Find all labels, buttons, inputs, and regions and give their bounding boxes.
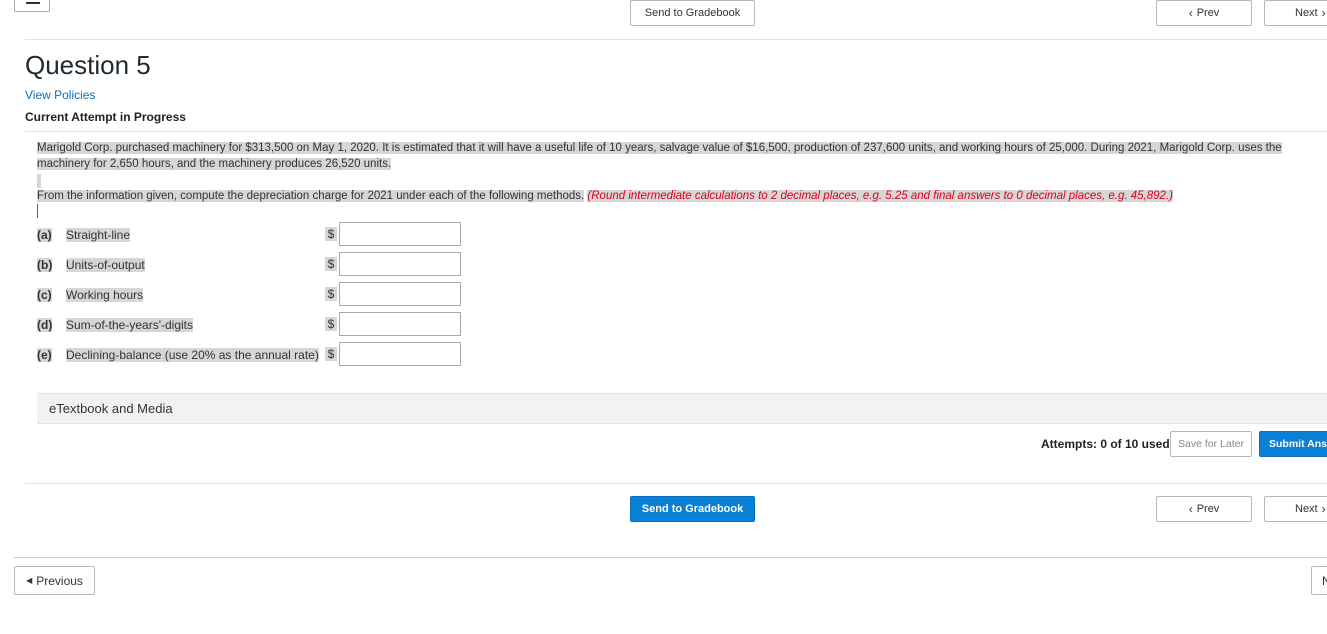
- question-divider: [25, 131, 1327, 132]
- row-label-straight-line: Straight-line: [66, 228, 131, 242]
- text-cursor: [37, 204, 38, 218]
- next-label: Next: [1295, 7, 1318, 19]
- rounding-hint: (Round intermediate calculations to 2 de…: [587, 190, 1173, 202]
- next-button-bottom[interactable]: Next ›: [1264, 496, 1327, 522]
- prompt-line-2: machinery for 2,650 hours, and the machi…: [37, 158, 392, 170]
- etextbook-media-label: eTextbook and Media: [49, 401, 173, 416]
- send-to-gradebook-label: Send to Gradebook: [641, 503, 744, 515]
- page-footer-divider: [14, 557, 1327, 558]
- straight-line-input[interactable]: [339, 222, 461, 246]
- prev-button-top[interactable]: ‹ Prev: [1156, 0, 1252, 26]
- declining-balance-input[interactable]: [339, 342, 461, 366]
- row-label-units-of-output: Units-of-output: [66, 258, 145, 272]
- actions-divider: [25, 483, 1327, 484]
- attempt-status: Current Attempt in Progress: [25, 110, 186, 124]
- prev-label: Prev: [1196, 7, 1220, 19]
- prev-button-bottom[interactable]: ‹ Prev: [1156, 496, 1252, 522]
- currency-symbol: $: [325, 287, 337, 301]
- sum-of-years-digits-input[interactable]: [339, 312, 461, 336]
- next-button-top[interactable]: Next ›: [1264, 0, 1327, 26]
- chevron-right-icon: ›: [1321, 502, 1326, 516]
- previous-page-button[interactable]: ◀ Previous: [14, 566, 95, 595]
- currency-symbol: $: [325, 317, 337, 331]
- menu-icon: [26, 2, 40, 4]
- row-letter: (b): [37, 258, 53, 272]
- header-divider: [25, 39, 1327, 40]
- submit-answer-button[interactable]: Submit Answ: [1259, 431, 1327, 457]
- instruction: From the information given, compute the …: [37, 190, 585, 202]
- question-prompt: Marigold Corp. purchased machinery for $…: [37, 140, 1322, 172]
- send-to-gradebook-label: Send to Gradebook: [644, 7, 741, 19]
- row-letter: (e): [37, 348, 52, 362]
- working-hours-input[interactable]: [339, 282, 461, 306]
- save-for-later-button[interactable]: Save for Later: [1170, 431, 1252, 457]
- menu-toggle-button[interactable]: [14, 0, 50, 12]
- next-label: Next: [1295, 503, 1318, 515]
- row-label-working-hours: Working hours: [66, 288, 144, 302]
- row-label-declining-balance: Declining-balance (use 20% as the annual…: [66, 348, 319, 362]
- caret-left-icon: ◀: [26, 576, 33, 585]
- row-letter: (a): [37, 228, 52, 242]
- currency-symbol: $: [325, 347, 337, 361]
- units-of-output-input[interactable]: [339, 252, 461, 276]
- prompt-line-1: Marigold Corp. purchased machinery for $…: [37, 142, 1282, 154]
- row-letter: (d): [37, 318, 53, 332]
- row-label-sum-of-years-digits: Sum-of-the-years'-digits: [66, 318, 193, 332]
- etextbook-media-panel[interactable]: eTextbook and Media: [37, 393, 1327, 424]
- currency-symbol: $: [325, 257, 337, 271]
- attempts-counter: Attempts: 0 of 10 used: [1041, 437, 1170, 451]
- submit-answer-label: Submit Answ: [1269, 438, 1327, 450]
- send-to-gradebook-button-bottom[interactable]: Send to Gradebook: [630, 496, 755, 522]
- view-policies-link[interactable]: View Policies: [25, 88, 95, 102]
- next-page-label: N: [1322, 574, 1327, 588]
- prev-label: Prev: [1196, 503, 1220, 515]
- send-to-gradebook-button-top[interactable]: Send to Gradebook: [630, 0, 755, 26]
- row-letter: (c): [37, 288, 52, 302]
- previous-label: Previous: [36, 573, 83, 588]
- next-page-button[interactable]: N: [1311, 566, 1327, 595]
- currency-symbol: $: [325, 227, 337, 241]
- prompt-blank-selection: [37, 174, 41, 188]
- chevron-right-icon: ›: [1321, 6, 1326, 20]
- instruction-text: From the information given, compute the …: [37, 188, 1173, 204]
- page-title: Question 5: [25, 50, 151, 80]
- save-for-later-label: Save for Later: [1178, 438, 1244, 450]
- chevron-left-icon: ‹: [1188, 6, 1193, 20]
- chevron-left-icon: ‹: [1188, 502, 1193, 516]
